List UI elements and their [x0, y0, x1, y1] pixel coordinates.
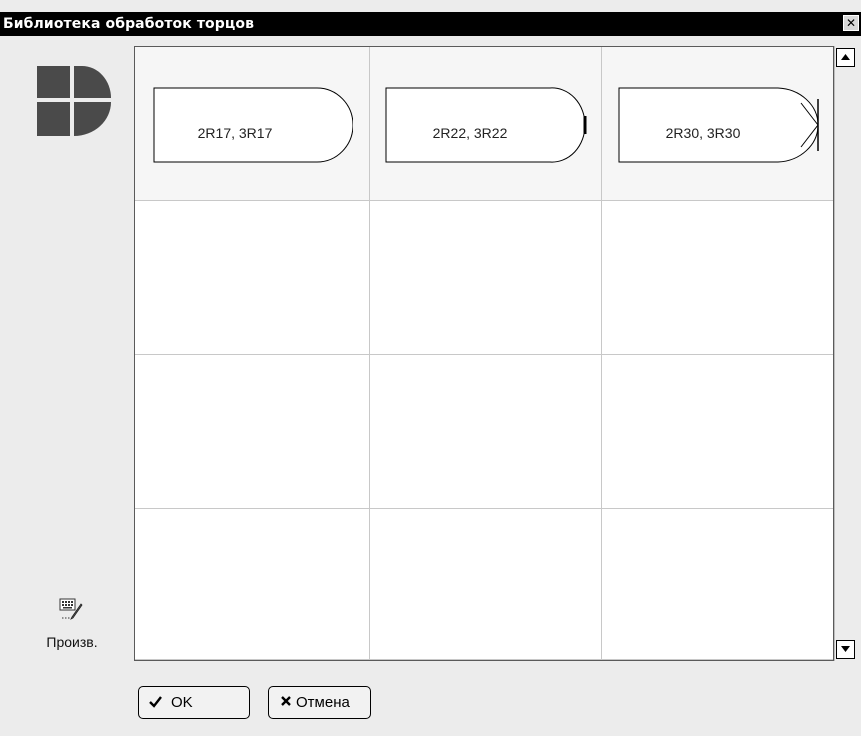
grid-cell-empty[interactable] — [602, 355, 833, 509]
grid-cell-empty[interactable] — [602, 201, 833, 355]
title-bar[interactable]: Библиотека обработок торцов ✕ — [0, 12, 861, 36]
grid-cell-empty[interactable] — [135, 201, 370, 355]
arrow-down-icon — [841, 646, 850, 652]
profile-label: 2R30, 3R30 — [665, 125, 741, 141]
cancel-button[interactable]: Отмена — [268, 686, 371, 719]
manual-label[interactable]: Произв. — [0, 634, 144, 650]
ok-button[interactable]: OK — [138, 686, 250, 719]
scroll-down-button[interactable] — [836, 640, 855, 659]
close-button[interactable]: ✕ — [843, 15, 859, 31]
grid-cell-profile-2r17[interactable]: 2R17, 3R17 — [135, 47, 370, 201]
window-title: Библиотека обработок торцов — [3, 16, 255, 32]
library-logo-icon — [37, 66, 111, 136]
dialog-window: Библиотека обработок торцов ✕ Произв. 2R… — [0, 0, 861, 736]
scroll-up-button[interactable] — [836, 48, 855, 67]
ok-button-label: OK — [171, 694, 193, 711]
cancel-button-label: Отмена — [296, 694, 350, 711]
grid-cell-empty[interactable] — [135, 509, 370, 660]
grid-cell-empty[interactable] — [602, 509, 833, 660]
grid-cell-profile-2r22[interactable]: 2R22, 3R22 — [370, 47, 602, 201]
cross-icon — [281, 696, 291, 706]
profile-label: 2R22, 3R22 — [432, 125, 508, 141]
profile-grid[interactable]: 2R17, 3R17 2R22, 3R22 2R30, 3R30 — [134, 46, 834, 661]
checkmark-icon — [149, 696, 162, 708]
profile-label: 2R17, 3R17 — [197, 125, 273, 141]
grid-cell-empty[interactable] — [370, 509, 602, 660]
grid-cell-empty[interactable] — [135, 355, 370, 509]
grid-cell-empty[interactable] — [370, 355, 602, 509]
keyboard-pencil-icon[interactable] — [59, 598, 85, 620]
grid-cell-profile-2r30[interactable]: 2R30, 3R30 — [602, 47, 833, 201]
vertical-scrollbar[interactable] — [834, 46, 856, 661]
arrow-up-icon — [841, 54, 850, 60]
close-icon: ✕ — [845, 16, 857, 30]
grid-cell-empty[interactable] — [370, 201, 602, 355]
